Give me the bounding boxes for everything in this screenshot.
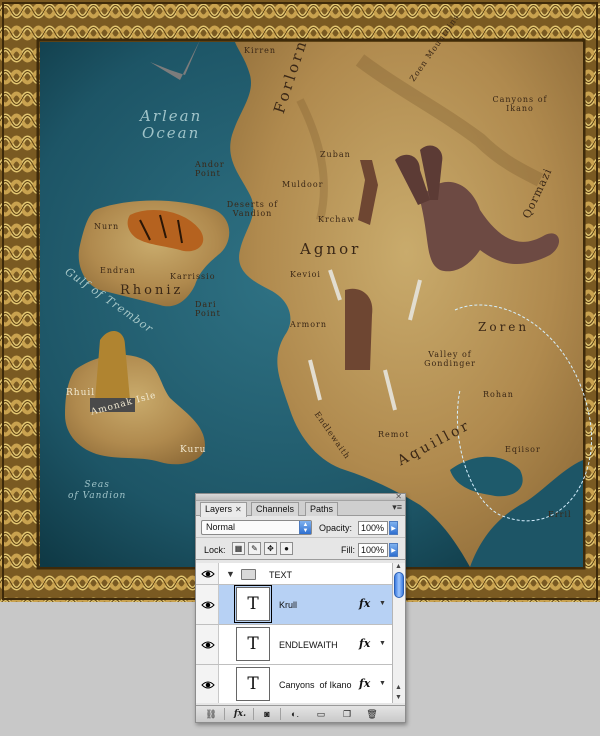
layer-row-canyons-of-ikano[interactable]: T Canyons of Ikano fx ▼ <box>196 665 392 703</box>
label-valley-of-gondinger: Valley of Gondinger <box>424 350 476 368</box>
scroll-thumb[interactable] <box>394 572 404 598</box>
select-arrows-icon: ▲ ▼ <box>299 521 311 534</box>
label-endran: Endran <box>100 266 136 275</box>
opacity-label: Opacity: <box>319 523 353 533</box>
label-eqiisor: Eqiisor <box>505 445 541 454</box>
expand-effects-arrow-icon[interactable]: ▼ <box>379 680 386 687</box>
layer-name: Krull <box>279 600 298 610</box>
adjustment-layer-icon[interactable]: ◐. <box>286 708 304 720</box>
panel-title-bar[interactable]: ✕ <box>196 493 405 501</box>
label-dari-point: Dari Point <box>195 300 221 318</box>
blend-mode-value: Normal <box>206 522 236 532</box>
screen: Arlean Ocean Kirren Forlorn Zoen Mountai… <box>0 0 600 736</box>
lock-position-move-icon[interactable]: ✥ <box>264 542 277 555</box>
layers-panel: ✕ Layers ✕ Channels Paths ▾≡ Normal ▲ ▼ Op… <box>195 493 406 723</box>
blend-row: Normal ▲ ▼ Opacity: 100% ▶ <box>196 516 405 538</box>
eye-icon[interactable] <box>201 639 215 651</box>
tab-channels-label: Channels <box>256 504 295 514</box>
lock-all-padlock-icon[interactable]: ● <box>280 542 293 555</box>
label-kirren: Kirren <box>244 46 277 55</box>
label-arlean-ocean: Arlean Ocean <box>140 107 203 142</box>
new-layer-icon[interactable]: ❐ <box>339 708 355 720</box>
text-layer-thumbnail: T <box>236 627 270 661</box>
label-deserts-of-vandion: Deserts of Vandion <box>226 200 279 218</box>
layers-bottom-toolbar: ⛓ fx. ◙ ◐. ▭ ❐ 🗑 <box>196 705 405 722</box>
lock-paint-brush-icon[interactable]: ✎ <box>248 542 261 555</box>
layers-scrollbar[interactable]: ▲ ▲ ▼ <box>392 563 405 703</box>
folder-icon <box>241 569 256 580</box>
toolbar-divider <box>280 708 281 720</box>
fx-effects-icon[interactable]: fx <box>359 597 370 610</box>
tab-layers[interactable]: Layers ✕ <box>200 502 247 517</box>
tab-channels[interactable]: Channels <box>251 502 300 516</box>
link-layers-icon[interactable]: ⛓ <box>202 708 220 720</box>
fill-label: Fill: <box>341 545 355 555</box>
layer-row-krull[interactable]: T Krull fx ▼ <box>196 585 392 625</box>
lock-row: Lock: ▦ ✎ ✥ ● Fill: 100% ▶ <box>196 538 405 560</box>
layer-row-endlewaith[interactable]: T ENDLEWAITH fx ▼ <box>196 625 392 665</box>
text-layer-thumbnail: T <box>236 667 270 701</box>
layer-name: Canyons of Ikano <box>279 680 352 690</box>
panel-close-icon[interactable]: ✕ <box>395 493 402 501</box>
label-zoren: Zoren <box>478 320 530 334</box>
new-group-folder-icon[interactable]: ▭ <box>313 708 329 720</box>
label-rhoniz: Rhoniz <box>120 283 184 298</box>
label-kevioi: Kevioi <box>290 270 321 279</box>
label-canyons-of-ikano: Canyons of Ikano <box>492 95 548 113</box>
trash-icon[interactable]: 🗑 <box>364 708 380 720</box>
fill-input[interactable]: 100% <box>358 543 388 557</box>
eye-icon[interactable] <box>201 679 215 691</box>
label-muldoor: Muldoor <box>282 180 324 189</box>
panel-tabs: Layers ✕ Channels Paths ▾≡ <box>196 501 405 517</box>
eye-icon[interactable] <box>201 599 215 611</box>
layer-group-text[interactable]: ▼ TEXT <box>196 563 392 585</box>
label-seas-of-vandion: Seas of Vandion <box>68 480 127 501</box>
group-expand-triangle-icon[interactable]: ▼ <box>226 569 235 579</box>
tab-layers-label: Layers <box>205 504 233 514</box>
opacity-input[interactable]: 100% <box>358 521 388 535</box>
panel-menu-icon[interactable]: ▾≡ <box>392 502 402 513</box>
label-krchaw: Krchaw <box>318 215 356 224</box>
label-zuban: Zuban <box>320 150 351 159</box>
label-andor-point: Andor Point <box>195 160 225 178</box>
scroll-up-arrow-icon[interactable]: ▲ <box>395 563 402 570</box>
text-layer-thumbnail: T <box>234 585 272 623</box>
expand-effects-arrow-icon[interactable]: ▼ <box>379 640 386 647</box>
toolbar-divider <box>253 708 254 720</box>
label-erril: Erril <box>548 510 572 519</box>
layers-list: ▼ TEXT T Krull fx ▼ T ENDLEWAITH fx ▼ T … <box>196 563 392 703</box>
tab-close-icon[interactable]: ✕ <box>235 505 242 514</box>
group-name: TEXT <box>269 570 293 580</box>
label-kuru: Kuru <box>180 445 207 455</box>
scroll-down-arrow-icon[interactable]: ▼ <box>395 694 402 701</box>
toolbar-divider <box>224 708 225 720</box>
add-layer-style-fx-icon[interactable]: fx. <box>230 708 250 720</box>
scroll-up-arrow-icon[interactable]: ▲ <box>395 684 402 691</box>
lock-transparent-icon[interactable]: ▦ <box>232 542 245 555</box>
tab-paths-label: Paths <box>310 504 334 514</box>
label-remot: Remot <box>378 430 410 439</box>
label-rhuil: Rhuil <box>66 388 96 398</box>
lock-label: Lock: <box>204 545 226 555</box>
opacity-slider-arrow-icon[interactable]: ▶ <box>389 521 398 535</box>
fx-effects-icon[interactable]: fx <box>359 677 370 690</box>
add-mask-icon[interactable]: ◙ <box>259 708 275 720</box>
label-agnor: Agnor <box>300 240 362 258</box>
label-rohan: Rohan <box>483 390 514 399</box>
fill-slider-arrow-icon[interactable]: ▶ <box>389 543 398 557</box>
blend-mode-select[interactable]: Normal ▲ ▼ <box>201 520 312 535</box>
label-nurn: Nurn <box>94 222 120 231</box>
fx-effects-icon[interactable]: fx <box>359 637 370 650</box>
eye-icon[interactable] <box>201 568 215 580</box>
label-armorn: Armorn <box>290 320 327 329</box>
label-karrissio: Karrissio <box>170 272 216 281</box>
tab-paths[interactable]: Paths <box>305 502 339 516</box>
layer-name: ENDLEWAITH <box>279 640 338 650</box>
expand-effects-arrow-icon[interactable]: ▼ <box>379 600 386 607</box>
